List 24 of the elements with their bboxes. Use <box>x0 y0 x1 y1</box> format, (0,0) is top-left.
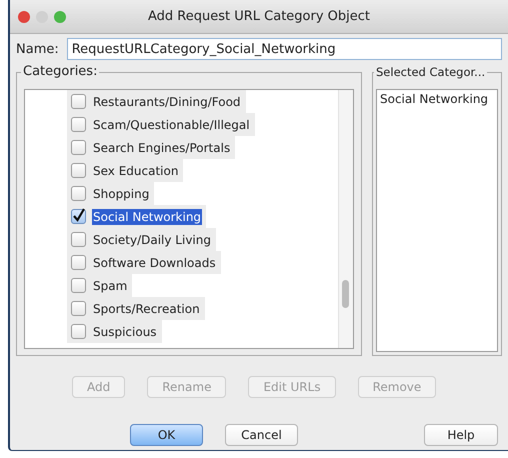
checkbox[interactable] <box>71 278 86 293</box>
checkbox[interactable] <box>71 209 86 224</box>
window-control-icon[interactable] <box>54 10 66 22</box>
scrollbar-thumb[interactable] <box>342 280 349 308</box>
checkbox[interactable] <box>71 117 86 132</box>
checkbox[interactable] <box>71 140 86 155</box>
checkbox[interactable] <box>71 324 86 339</box>
list-item[interactable]: Social Networking <box>377 90 497 108</box>
window-control-icon[interactable] <box>18 10 30 22</box>
name-field[interactable]: RequestURLCategory_Social_Networking <box>66 38 502 60</box>
group-label: Categories: <box>21 64 100 79</box>
group-label: Selected Categor... <box>374 65 488 79</box>
category-item[interactable]: Social Networking <box>92 208 202 224</box>
checkbox[interactable] <box>71 94 86 109</box>
help-button[interactable]: Help <box>424 424 498 446</box>
dialog-button[interactable]: OK <box>130 424 203 446</box>
checkbox[interactable] <box>71 255 86 270</box>
checkbox[interactable] <box>71 163 86 178</box>
checkbox[interactable] <box>71 232 86 247</box>
checkbox[interactable] <box>71 301 86 316</box>
name-label: Name: <box>16 42 59 56</box>
checkbox[interactable] <box>71 186 86 201</box>
dialog-button[interactable]: Cancel <box>225 424 298 446</box>
window-title: Add Request URL Category Object <box>148 9 370 24</box>
